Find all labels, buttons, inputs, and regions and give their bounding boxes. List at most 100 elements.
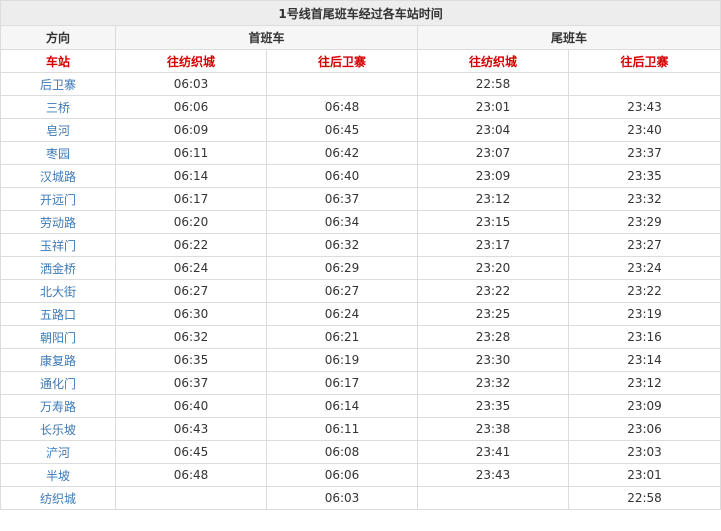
last-to-houweizhai-time: 23:03	[567, 440, 721, 464]
station-cell: 半坡	[0, 463, 116, 487]
last-to-fangzhicheng-time: 23:38	[417, 417, 569, 441]
first-to-houweizhai-time: 06:29	[266, 256, 418, 280]
last-to-houweizhai-time: 23:24	[567, 256, 721, 280]
table-row: 开远门 06:17 06:37 23:12 23:32	[0, 187, 721, 211]
last-to-fangzhicheng-time: 23:04	[417, 118, 569, 142]
first-to-houweizhai-time: 06:14	[266, 394, 418, 418]
station-cell: 三桥	[0, 95, 116, 119]
last-to-fangzhicheng-time: 23:25	[417, 302, 569, 326]
station-cell: 长乐坡	[0, 417, 116, 441]
timetable-body: 1号线首尾班车经过各车站时间 方向 首班车 尾班车 车站 往纺织城 往后卫寨 往…	[0, 0, 721, 510]
table-row: 玉祥门 06:22 06:32 23:17 23:27	[0, 233, 721, 257]
station-cell: 纺织城	[0, 486, 116, 510]
first-to-houweizhai-time: 06:03	[266, 486, 418, 510]
table-row: 朝阳门 06:32 06:21 23:28 23:16	[0, 325, 721, 349]
table-row: 后卫寨 06:03 22:58	[0, 72, 721, 96]
station-cell: 玉祥门	[0, 233, 116, 257]
last-to-fangzhicheng-time: 23:17	[417, 233, 569, 257]
table-row: 三桥 06:06 06:48 23:01 23:43	[0, 95, 721, 119]
first-to-fangzhicheng-time: 06:40	[115, 394, 267, 418]
subheader-row: 车站 往纺织城 往后卫寨 往纺织城 往后卫寨	[0, 49, 721, 73]
first-to-fangzhicheng-time: 06:27	[115, 279, 267, 303]
first-to-fangzhicheng-time: 06:30	[115, 302, 267, 326]
table-row: 洒金桥 06:24 06:29 23:20 23:24	[0, 256, 721, 280]
first-to-houweizhai-time: 06:08	[266, 440, 418, 464]
station-cell: 浐河	[0, 440, 116, 464]
last-to-fangzhicheng-time: 23:41	[417, 440, 569, 464]
station-header: 车站	[0, 49, 116, 73]
last-train-header: 尾班车	[416, 25, 721, 50]
table-row: 半坡 06:48 06:06 23:43 23:01	[0, 463, 721, 487]
first-to-fangzhicheng-time: 06:48	[115, 463, 267, 487]
last-to-fangzhicheng-time: 22:58	[417, 72, 569, 96]
table-row: 纺织城 06:03 22:58	[0, 486, 721, 510]
first-to-houweizhai-time: 06:19	[266, 348, 418, 372]
last-to-houweizhai-time: 23:19	[567, 302, 721, 326]
table-row: 浐河 06:45 06:08 23:41 23:03	[0, 440, 721, 464]
first-to-houweizhai-time: 06:21	[266, 325, 418, 349]
last-to-houweizhai-time: 23:09	[567, 394, 721, 418]
first-to-houweizhai-time: 06:48	[266, 95, 418, 119]
table-row: 万寿路 06:40 06:14 23:35 23:09	[0, 394, 721, 418]
last-to-fangzhicheng-time: 23:07	[417, 141, 569, 165]
last-to-fangzhicheng-time: 23:43	[417, 463, 569, 487]
station-cell: 枣园	[0, 141, 116, 165]
first-to-houweizhai-time: 06:42	[266, 141, 418, 165]
last-to-houweizhai-time: 22:58	[567, 486, 721, 510]
last-to-fangzhicheng-time: 23:12	[417, 187, 569, 211]
first-to-fangzhicheng-time: 06:03	[115, 72, 267, 96]
first-to-fangzhicheng-time: 06:11	[115, 141, 267, 165]
last-to-fangzhicheng-time: 23:20	[417, 256, 569, 280]
last-to-houweizhai-time: 23:22	[567, 279, 721, 303]
last-to-houweizhai-time: 23:12	[567, 371, 721, 395]
last-to-fangzhicheng-time: 23:01	[417, 95, 569, 119]
table-row: 北大街 06:27 06:27 23:22 23:22	[0, 279, 721, 303]
last-to-fangzhicheng-time: 23:30	[417, 348, 569, 372]
station-cell: 朝阳门	[0, 325, 116, 349]
first-to-fangzhicheng-time: 06:35	[115, 348, 267, 372]
last-to-fangzhicheng-time: 23:28	[417, 325, 569, 349]
first-to-houweizhai-header: 往后卫寨	[266, 49, 418, 73]
station-cell: 汉城路	[0, 164, 116, 188]
station-cell: 康复路	[0, 348, 116, 372]
first-to-fangzhicheng-time: 06:17	[115, 187, 267, 211]
table-row: 劳动路 06:20 06:34 23:15 23:29	[0, 210, 721, 234]
station-cell: 万寿路	[0, 394, 116, 418]
first-to-fangzhicheng-time: 06:43	[115, 417, 267, 441]
first-to-fangzhicheng-time: 06:22	[115, 233, 267, 257]
first-to-houweizhai-time: 06:24	[266, 302, 418, 326]
first-train-header: 首班车	[115, 25, 418, 50]
first-to-fangzhicheng-time: 06:09	[115, 118, 267, 142]
first-to-houweizhai-time: 06:32	[266, 233, 418, 257]
first-to-houweizhai-time	[266, 72, 418, 96]
last-to-fangzhicheng-time: 23:32	[417, 371, 569, 395]
first-to-houweizhai-time: 06:06	[266, 463, 418, 487]
last-to-fangzhicheng-time: 23:35	[417, 394, 569, 418]
first-to-fangzhicheng-time: 06:32	[115, 325, 267, 349]
first-to-fangzhicheng-time	[115, 486, 267, 510]
last-to-houweizhai-time: 23:01	[567, 463, 721, 487]
last-to-houweizhai-time: 23:32	[567, 187, 721, 211]
first-to-fangzhicheng-time: 06:24	[115, 256, 267, 280]
table-row: 枣园 06:11 06:42 23:07 23:37	[0, 141, 721, 165]
last-to-fangzhicheng-time	[417, 486, 569, 510]
header-row: 方向 首班车 尾班车	[0, 25, 721, 50]
station-cell: 通化门	[0, 371, 116, 395]
direction-header: 方向	[0, 25, 116, 50]
last-to-fangzhicheng-time: 23:22	[417, 279, 569, 303]
last-to-houweizhai-header: 往后卫寨	[567, 49, 721, 73]
table-row: 长乐坡 06:43 06:11 23:38 23:06	[0, 417, 721, 441]
last-to-houweizhai-time: 23:37	[567, 141, 721, 165]
last-to-fangzhicheng-time: 23:15	[417, 210, 569, 234]
station-cell: 后卫寨	[0, 72, 116, 96]
station-cell: 皂河	[0, 118, 116, 142]
station-cell: 洒金桥	[0, 256, 116, 280]
last-to-houweizhai-time: 23:14	[567, 348, 721, 372]
station-cell: 五路口	[0, 302, 116, 326]
table-row: 康复路 06:35 06:19 23:30 23:14	[0, 348, 721, 372]
last-to-houweizhai-time: 23:06	[567, 417, 721, 441]
first-to-houweizhai-time: 06:27	[266, 279, 418, 303]
last-to-fangzhicheng-time: 23:09	[417, 164, 569, 188]
first-to-houweizhai-time: 06:45	[266, 118, 418, 142]
station-cell: 北大街	[0, 279, 116, 303]
